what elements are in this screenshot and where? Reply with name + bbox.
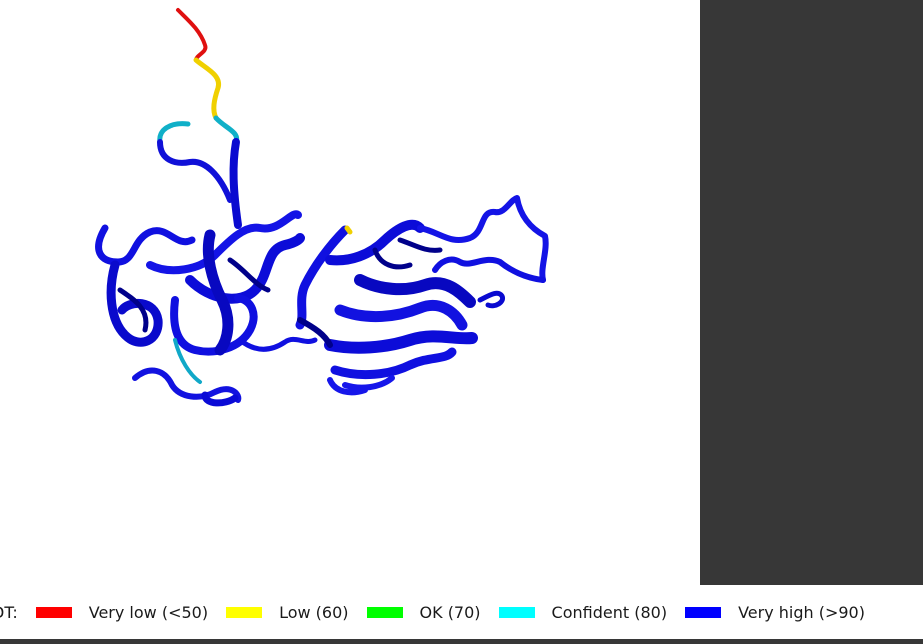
linker-loop xyxy=(237,336,318,352)
legend-label: Very high (>90) xyxy=(738,602,865,622)
right-domain xyxy=(295,195,549,396)
structure-viewer[interactable] xyxy=(0,0,700,585)
tail-confident-segment xyxy=(157,115,240,145)
tail-very-low-segment xyxy=(176,8,208,62)
legend-swatch-green xyxy=(366,606,403,618)
legend-label: Very low (<50) xyxy=(88,602,209,622)
legend-label: OK (70) xyxy=(419,602,481,622)
confidence-legend: DT: Very low (<50) Low (60) OK (70) Conf… xyxy=(0,588,923,636)
side-panel xyxy=(700,0,923,585)
legend-title: DT: xyxy=(0,602,18,622)
legend-swatch-blue xyxy=(685,606,722,618)
tail-loop xyxy=(157,139,233,203)
legend-item-low: Low (60) xyxy=(226,602,349,622)
legend-swatch-yellow xyxy=(226,606,263,618)
bottom-bar xyxy=(0,639,923,644)
legend-swatch-red xyxy=(35,606,72,618)
legend-item-ok: OK (70) xyxy=(366,602,481,622)
protein-cartoon[interactable] xyxy=(0,0,700,585)
legend-label: Confident (80) xyxy=(551,602,668,622)
legend-label: Low (60) xyxy=(279,602,349,622)
legend-swatch-cyan xyxy=(498,606,535,618)
tail-strand xyxy=(229,138,242,229)
legend-item-very-low: Very low (<50) xyxy=(35,602,209,622)
legend-item-confident: Confident (80) xyxy=(498,602,668,622)
tail-low-segment xyxy=(193,57,222,121)
legend-item-very-high: Very high (>90) xyxy=(685,603,865,622)
left-domain xyxy=(95,210,305,407)
